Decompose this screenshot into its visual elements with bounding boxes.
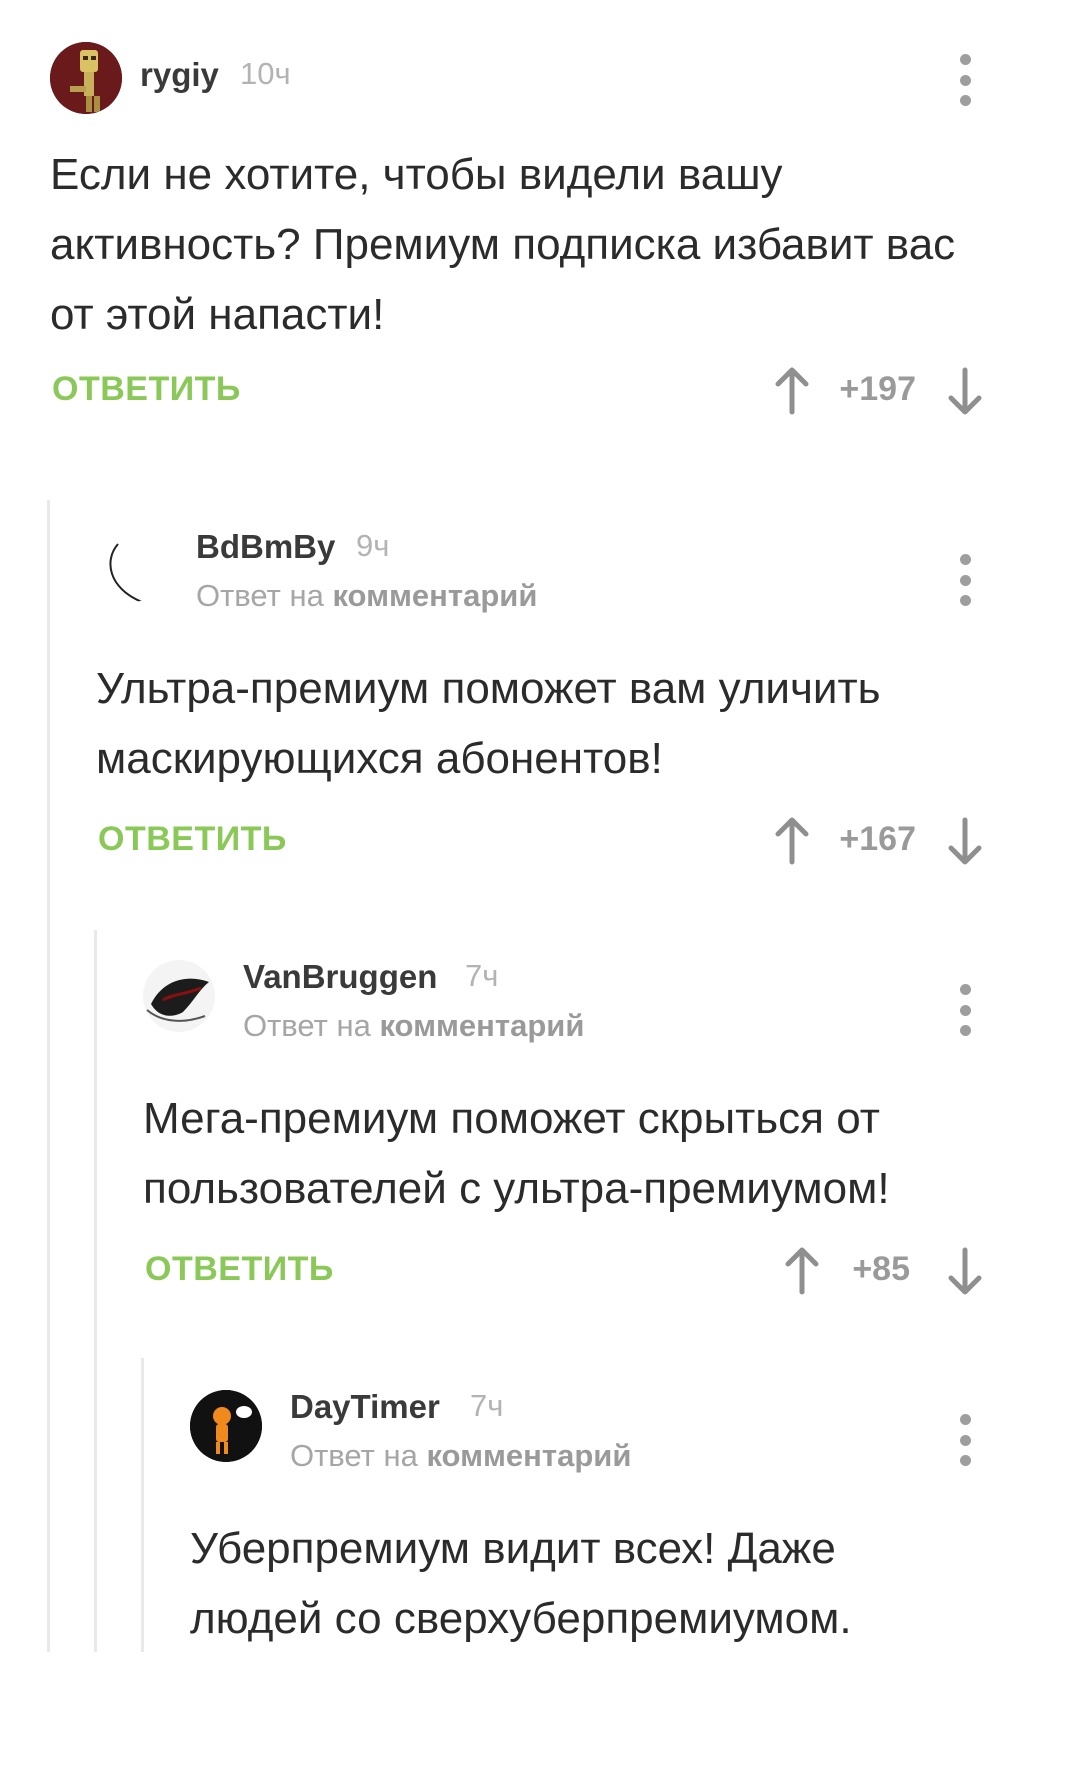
reply-button[interactable]: ОТВЕТИТЬ: [98, 820, 287, 859]
timestamp: 7ч: [465, 958, 499, 993]
more-options-icon[interactable]: [945, 1410, 985, 1470]
reply-to-link[interactable]: комментарий: [332, 578, 537, 613]
score: +85: [852, 1250, 910, 1288]
comment: rygiy 10ч Если не хотите, чтобы видели в…: [50, 42, 1080, 442]
timestamp: 10ч: [240, 56, 291, 91]
reply-to-prefix: Ответ на: [243, 1008, 380, 1043]
crescent-sketch-avatar[interactable]: [96, 530, 168, 602]
thread-line-level-2: [94, 930, 97, 1652]
reply-to-prefix: Ответ на: [290, 1438, 427, 1473]
reply-button[interactable]: ОТВЕТИТЬ: [52, 370, 241, 409]
username[interactable]: VanBruggen: [243, 958, 437, 996]
username[interactable]: BdBmBy: [196, 528, 335, 566]
reply-to-info: Ответ на комментарий: [196, 578, 537, 614]
comment-text: Ультра-премиум поможет вам уличить маски…: [96, 664, 881, 783]
downvote-arrow-icon[interactable]: [943, 1246, 987, 1296]
reply-to-link[interactable]: комментарий: [379, 1008, 584, 1043]
reply-to-prefix: Ответ на: [196, 578, 333, 613]
reply-to-link[interactable]: комментарий: [426, 1438, 631, 1473]
score: +167: [839, 820, 916, 858]
comment-text: Мега-премиум поможет скрыться от пользов…: [143, 1094, 890, 1213]
comment: BdBmBy 9ч Ответ на комментарий Ультра-пр…: [96, 528, 1080, 930]
timestamp: 7ч: [470, 1388, 504, 1423]
username[interactable]: DayTimer: [290, 1388, 440, 1426]
downvote-arrow-icon[interactable]: [943, 366, 987, 416]
thread-line-level-1: [47, 500, 50, 1652]
orange-figure-avatar[interactable]: [190, 1390, 262, 1462]
reply-to-info: Ответ на комментарий: [243, 1008, 584, 1044]
more-options-icon[interactable]: [945, 980, 985, 1040]
more-options-icon[interactable]: [945, 550, 985, 610]
comment: VanBruggen 7ч Ответ на комментарий Мега-…: [143, 958, 1080, 1360]
comment-text: Если не хотите, чтобы видели вашу активн…: [50, 150, 956, 339]
timestamp: 9ч: [356, 528, 390, 563]
comment-text: Уберпремиум видит всех! Даже людей со св…: [190, 1524, 852, 1643]
comment: DayTimer 7ч Ответ на комментарий Уберпре…: [190, 1388, 1080, 1790]
username[interactable]: rygiy: [140, 56, 219, 94]
thread-line-level-3: [141, 1358, 144, 1652]
reply-to-info: Ответ на комментарий: [290, 1438, 631, 1474]
score: +197: [839, 370, 916, 408]
dark-creature-avatar[interactable]: [143, 960, 215, 1032]
reply-button[interactable]: ОТВЕТИТЬ: [145, 1250, 334, 1289]
more-options-icon[interactable]: [945, 50, 985, 110]
downvote-arrow-icon[interactable]: [943, 816, 987, 866]
robot-avatar[interactable]: [50, 42, 122, 114]
